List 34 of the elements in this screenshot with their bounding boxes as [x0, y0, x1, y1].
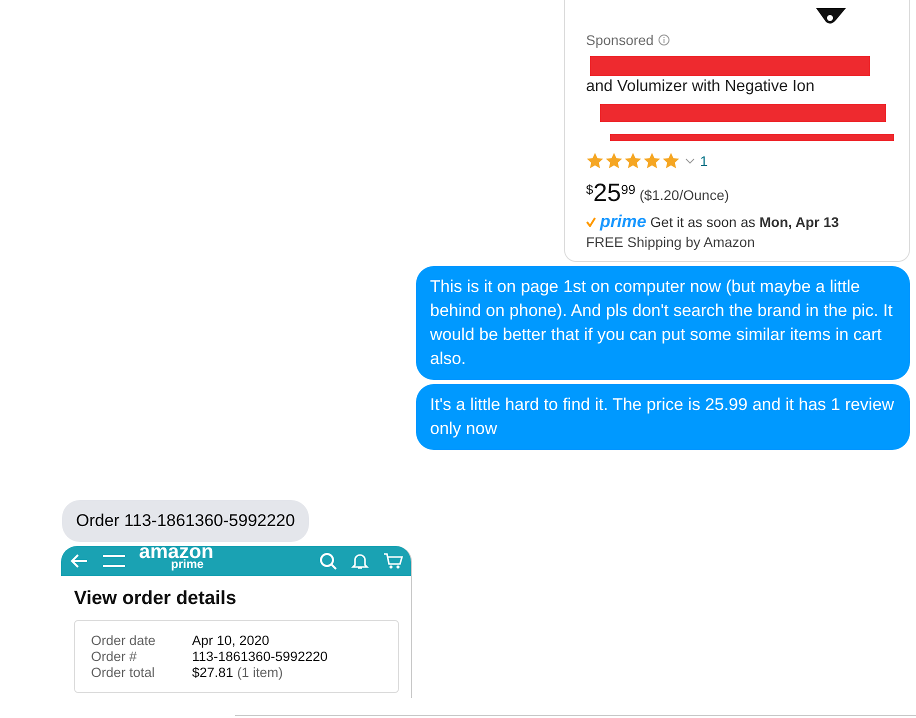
cart-icon[interactable] — [383, 552, 403, 570]
star-icon — [586, 152, 604, 170]
star-icon — [662, 152, 680, 170]
prime-logo: prime — [600, 212, 646, 232]
star-icon — [605, 152, 623, 170]
star-icon — [643, 152, 661, 170]
shipping-text: FREE Shipping by Amazon — [586, 234, 756, 250]
info-value: Apr 10, 2020 — [192, 633, 270, 648]
delivery-date: Mon, Apr 13 — [759, 214, 839, 230]
message-bubble: Order 113-1861360-5992220 — [62, 500, 309, 542]
bell-icon[interactable] — [351, 552, 369, 570]
info-label: Order date — [91, 633, 157, 648]
sponsored-label: Sponsored — [586, 32, 654, 48]
info-label: Order total — [91, 665, 156, 680]
star-icon — [624, 152, 642, 170]
product-title[interactable]: and Volumizer with Negative Ion — [586, 78, 815, 96]
info-value: $27.81 — [192, 665, 234, 680]
menu-icon[interactable] — [103, 554, 125, 568]
page-title: View order details — [74, 588, 238, 610]
back-arrow-icon[interactable] — [69, 553, 89, 569]
chevron-icon — [685, 157, 695, 165]
amazon-logo: amazon prime — [139, 546, 214, 570]
info-icon[interactable] — [658, 34, 670, 46]
info-label: Order # — [91, 649, 138, 664]
item-count: (1 item) — [237, 665, 283, 680]
search-icon[interactable] — [319, 552, 337, 570]
review-count[interactable]: 1 — [700, 153, 708, 169]
star-rating[interactable]: 1 — [586, 152, 909, 170]
delivery-text: Get it as soon as — [650, 214, 756, 230]
message-bubble: It's a little hard to find it. The price is 25.99 and it has 1 review only now — [416, 384, 910, 450]
info-value: 113-1861360-5992220 — [192, 649, 328, 664]
check-icon — [586, 217, 596, 227]
unit-price: ($1.20/Ounce) — [640, 187, 730, 203]
message-bubble: This is it on page 1st on computer now (but maybe a little behind on phone). And pls don't search the brand in the pic. It would be better that if you can put some similar items in cart also. — [416, 266, 910, 380]
